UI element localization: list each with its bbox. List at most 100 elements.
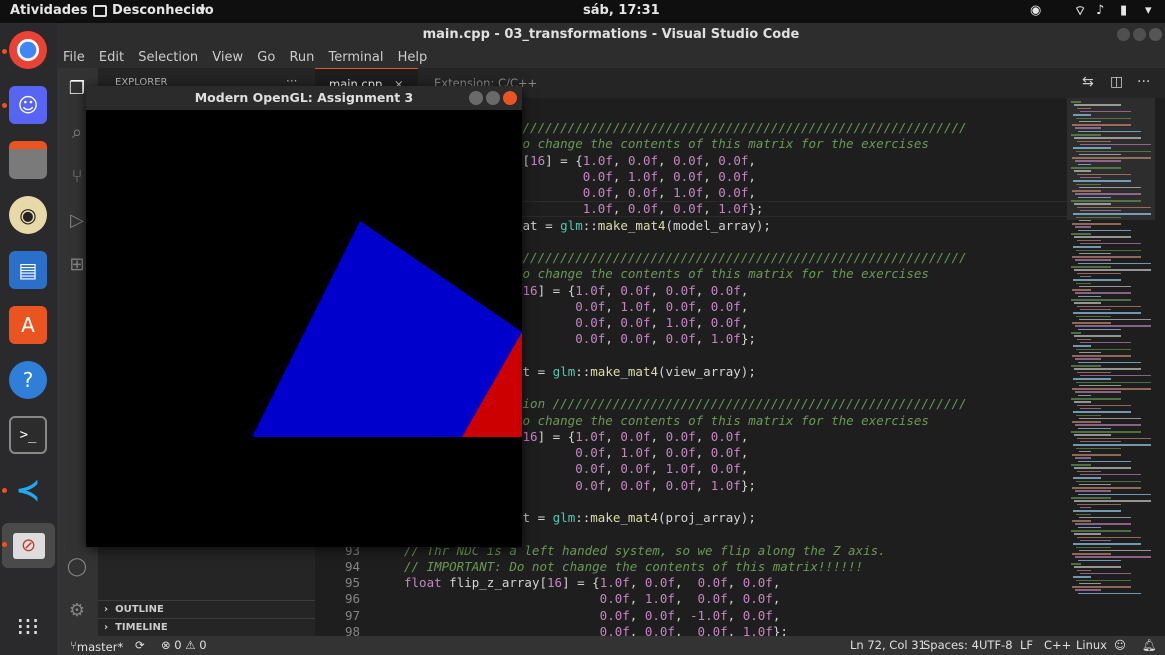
software-center-icon[interactable]: A [9, 306, 47, 344]
split-editor-icon[interactable]: ◫ [1110, 74, 1123, 90]
minimap-line [1078, 229, 1131, 232]
minimap-line [1071, 200, 1141, 202]
minimap-line [1079, 219, 1091, 222]
writer-icon[interactable]: ▤ [9, 251, 47, 289]
minimap-line [1080, 275, 1091, 278]
minimap-line [1078, 361, 1141, 364]
minimap-line [1080, 572, 1131, 575]
minimap-line [1071, 299, 1131, 301]
search-icon[interactable]: ⌕ [66, 122, 88, 144]
minimap-line [1075, 589, 1101, 591]
minimap-line [1076, 381, 1151, 383]
minimap-line [1078, 394, 1091, 397]
minimap-line [1075, 325, 1151, 327]
minimap-line [1079, 318, 1151, 321]
more-actions-icon[interactable]: ··· [1137, 74, 1150, 90]
close-button[interactable] [503, 91, 517, 105]
clock[interactable]: sáb, 17:31 [583, 3, 660, 18]
menu-go[interactable]: Go [257, 50, 275, 65]
minimap-line [1075, 424, 1141, 426]
minimap-line [1077, 404, 1131, 407]
minimap-line [1080, 473, 1141, 476]
extensions-icon[interactable]: ⊞ [66, 254, 88, 276]
discord-icon[interactable]: ☺ [9, 86, 47, 124]
code-text: 0.0f, 1.0f, 0.0f, 0.0f, [599, 591, 781, 607]
minimap-line [1073, 510, 1121, 512]
branch-indicator[interactable]: ⑂ master* [70, 638, 123, 654]
menu-file[interactable]: File [63, 50, 85, 65]
battery-icon[interactable]: ▮ [1120, 3, 1127, 18]
menu-selection[interactable]: Selection [138, 50, 198, 65]
accounts-icon[interactable]: ◯ [66, 556, 88, 578]
open-changes-icon[interactable]: ⇆ [1082, 74, 1094, 90]
minimize-button[interactable] [469, 91, 483, 105]
os-indicator[interactable]: Linux [1076, 638, 1107, 652]
minimap-line [1071, 530, 1131, 532]
discord-tray-icon[interactable]: ◉ [1030, 3, 1041, 18]
terminal-icon[interactable]: >_ [9, 416, 47, 454]
outline-section[interactable]: › OUTLINE [98, 600, 315, 618]
minimap-line [1078, 262, 1151, 265]
chevron-down-icon: ▾ [199, 3, 206, 18]
code-text: 0.0f, 1.0f, 0.0f, 0.0f, [575, 298, 749, 314]
activities-button[interactable]: Atividades [10, 3, 88, 18]
code-line: 1.0f, 0.0f, 0.0f, 1.0f}; [515, 201, 764, 217]
sync-icon[interactable]: ⟳ [135, 638, 145, 652]
menu-run[interactable]: Run [289, 50, 314, 65]
code-line: 97 0.0f, 0.0f, -1.0f, 0.0f, [315, 608, 780, 624]
menu-help[interactable]: Help [398, 50, 428, 65]
vscode-icon[interactable]: ≺ [9, 471, 47, 509]
timeline-section[interactable]: › TIMELINE [98, 618, 315, 636]
code-line: to change the contents of this matrix fo… [515, 266, 929, 282]
notifications-icon[interactable]: 🔔︎ [1142, 638, 1157, 652]
code-line: [16] = {1.0f, 0.0f, 0.0f, 0.0f, [515, 429, 748, 445]
minimap-line [1075, 457, 1091, 459]
menu-view[interactable]: View [212, 50, 243, 65]
minimap-line [1077, 173, 1131, 176]
code-text: ////////////////////////////////////////… [515, 120, 967, 135]
opengl-window-title: Modern OpenGL: Assignment 3 [194, 90, 414, 105]
close-button[interactable] [1149, 28, 1162, 41]
menu-terminal[interactable]: Terminal [329, 50, 384, 65]
file-manager-icon[interactable] [9, 141, 47, 179]
minimap-line [1072, 289, 1091, 291]
window-titlebar: main.cpp - 03_transformations - Visual S… [57, 23, 1165, 47]
code-text: float flip_z_array[16] = {1.0f, 0.0f, 0.… [404, 575, 781, 590]
explorer-icon[interactable]: ❐ [66, 78, 88, 100]
code-text: [16] = {1.0f, 0.0f, 0.0f, 0.0f, [515, 282, 749, 298]
minimap[interactable] [1067, 98, 1165, 636]
minimap-line [1074, 368, 1141, 370]
minimap-line [1074, 533, 1101, 535]
volume-icon[interactable]: ♪ [1096, 3, 1104, 18]
minimap-line [1072, 520, 1091, 522]
feedback-icon[interactable]: ☺ [1114, 638, 1126, 652]
active-app-highlight[interactable]: ⊘ [2, 523, 55, 568]
settings-gear-icon[interactable]: ⚙ [66, 600, 88, 622]
code-line: 0.0f, 0.0f, 1.0f, 0.0f, [515, 315, 748, 331]
indentation[interactable]: Spaces: 4 [923, 638, 979, 652]
encoding[interactable]: UTF-8 [979, 638, 1013, 652]
minimap-line [1075, 523, 1131, 525]
minimap-line [1073, 378, 1111, 380]
show-applications-icon[interactable]: ⁝⁝⁝ [9, 608, 47, 646]
source-control-icon[interactable]: ⑂ [66, 166, 88, 188]
language-mode[interactable]: C++ [1044, 638, 1071, 652]
minimize-button[interactable] [1117, 28, 1130, 41]
maximize-button[interactable] [1133, 28, 1146, 41]
minimap-line [1071, 101, 1081, 103]
maximize-button[interactable] [486, 91, 500, 105]
minimap-slider[interactable] [1067, 98, 1155, 220]
rhythmbox-icon[interactable]: ◉ [9, 196, 47, 234]
end-of-line[interactable]: LF [1020, 638, 1033, 652]
system-menu-icon[interactable]: ▾ [1145, 3, 1152, 18]
minimap-line [1077, 107, 1091, 110]
minimap-line [1079, 549, 1151, 552]
help-icon[interactable]: ? [9, 361, 47, 399]
problems-indicator[interactable]: ⊗ 0 ⚠ 0 [161, 638, 207, 652]
run-debug-icon[interactable]: ▷ [66, 210, 88, 232]
cursor-position[interactable]: Ln 72, Col 31 [850, 638, 926, 652]
opengl-window[interactable]: Modern OpenGL: Assignment 3 [86, 86, 522, 547]
menu-edit[interactable]: Edit [99, 50, 124, 65]
wifi-icon[interactable]: ⌔ [1074, 3, 1086, 19]
chrome-icon[interactable] [9, 31, 47, 69]
